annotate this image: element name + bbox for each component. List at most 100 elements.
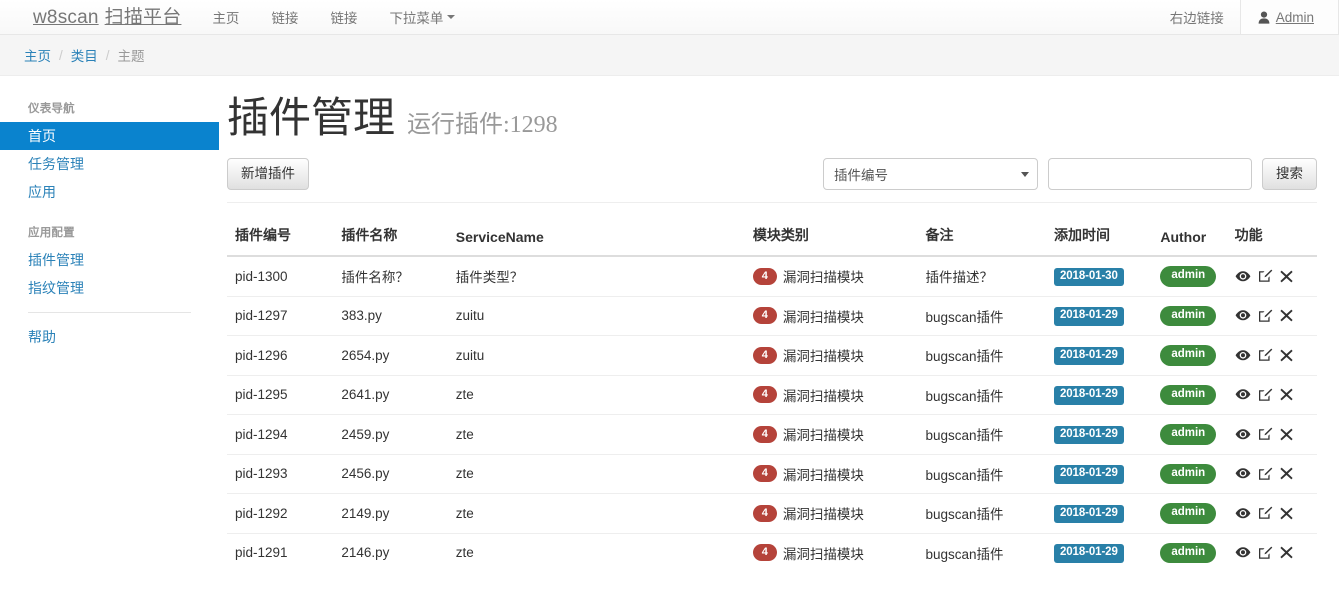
breadcrumb-separator: / (105, 47, 110, 63)
add-plugin-button[interactable]: 新增插件 (227, 158, 309, 191)
search-field-select[interactable]: 插件编号 (823, 158, 1038, 191)
cell-remark: bugscan插件 (917, 453, 1046, 494)
sidebar-heading-app-config: 应用配置 (28, 227, 75, 239)
eye-icon[interactable] (1235, 388, 1251, 401)
table-row[interactable]: pid-1294 2459.py zte 4 漏洞扫描模块 bugscan插件 2… (227, 414, 1317, 455)
brand-logo[interactable]: w8scan 扫描平台 (33, 0, 196, 34)
table-row[interactable]: pid-1291 2146.py zte 4 漏洞扫描模块 bugscan插件 2… (227, 532, 1317, 573)
delete-icon[interactable] (1279, 546, 1293, 559)
sidebar: 仪表导航 首页 任务管理 应用 应用配置 插件管理 指纹管理 帮助 (0, 76, 219, 351)
cell-pid: pid-1295 (227, 374, 334, 415)
delete-icon[interactable] (1279, 270, 1293, 283)
brand-name: w8scan (33, 6, 99, 28)
chevron-down-icon (447, 15, 456, 19)
row-actions (1235, 546, 1309, 560)
eye-icon[interactable] (1235, 428, 1251, 441)
table-row[interactable]: pid-1300 插件名称？ 插件类型？ 4 漏洞扫描模块 插件描述？ 2018-… (227, 256, 1317, 296)
row-actions (1235, 388, 1309, 402)
delete-icon[interactable] (1279, 507, 1293, 520)
cell-time: 2018-01-29 (1045, 295, 1153, 336)
edit-icon[interactable] (1258, 309, 1273, 323)
page-title: 插件管理 (227, 96, 396, 142)
column-header-pid: 插件编号 (227, 217, 334, 258)
delete-icon[interactable] (1279, 388, 1293, 401)
breadcrumb-item-home[interactable]: 主页 (24, 45, 51, 65)
edit-icon[interactable] (1258, 506, 1273, 520)
sidebar-item-plugin-management[interactable]: 插件管理 (0, 246, 219, 274)
cell-author: admin (1152, 493, 1227, 534)
cell-name: 2146.py (333, 532, 448, 573)
cell-author: admin (1152, 256, 1226, 296)
breadcrumb-item-category[interactable]: 类目 (71, 45, 98, 65)
table-row[interactable]: pid-1292 2149.py zte 4 漏洞扫描模块 bugscan插件 2… (227, 493, 1317, 534)
row-actions (1235, 467, 1309, 481)
delete-icon[interactable] (1279, 309, 1293, 322)
module-label: 漏洞扫描模块 (782, 507, 864, 523)
edit-icon[interactable] (1258, 546, 1273, 560)
nav-item-home[interactable]: 主页 (196, 0, 255, 34)
eye-icon[interactable] (1235, 467, 1251, 480)
delete-icon[interactable] (1279, 467, 1293, 480)
eye-icon[interactable] (1235, 507, 1251, 520)
module-count-badge: 4 (752, 465, 777, 483)
cell-remark: bugscan插件 (917, 295, 1046, 336)
eye-icon[interactable] (1235, 309, 1251, 322)
edit-icon[interactable] (1258, 427, 1273, 441)
cell-service-name: zuitu (447, 335, 745, 376)
cell-service-name: zte (447, 532, 745, 573)
cell-name: 383.py (333, 295, 448, 336)
module-label: 漏洞扫描模块 (782, 349, 864, 365)
cell-time: 2018-01-29 (1045, 335, 1153, 376)
nav-item-home-label: 主页 (212, 11, 240, 26)
column-header-service-name: ServiceName (447, 217, 745, 258)
cell-remark: bugscan插件 (917, 532, 1046, 573)
author-badge: admin (1160, 424, 1217, 445)
user-menu[interactable]: Admin (1239, 0, 1339, 34)
sidebar-item-fingerprint-management[interactable]: 指纹管理 (0, 274, 219, 302)
column-header-name: 插件名称 (333, 217, 448, 258)
nav-item-right-link[interactable]: 右边链接 (1154, 0, 1240, 34)
table-row[interactable]: pid-1297 383.py zuitu 4 漏洞扫描模块 bugscan插件 … (227, 295, 1317, 336)
eye-icon[interactable] (1235, 349, 1251, 362)
cell-pid: pid-1297 (227, 295, 334, 336)
author-badge: admin (1160, 305, 1217, 327)
cell-remark: 插件描述？ (925, 270, 993, 286)
sidebar-item-home[interactable]: 首页 (0, 122, 219, 150)
cell-module: 4 漏洞扫描模块 (744, 335, 918, 376)
cell-pid: pid-1292 (227, 493, 334, 534)
sidebar-item-help[interactable]: 帮助 (0, 323, 219, 351)
cell-actions (1226, 374, 1317, 415)
cell-actions (1226, 335, 1317, 376)
table-row[interactable]: pid-1295 2641.py zte 4 漏洞扫描模块 bugscan插件 2… (227, 374, 1317, 415)
sidebar-item-application[interactable]: 应用 (0, 178, 219, 206)
sidebar-item-task-management[interactable]: 任务管理 (0, 150, 219, 178)
search-button[interactable]: 搜索 (1262, 158, 1317, 191)
nav-item-dropdown[interactable]: 下拉菜单 (373, 0, 471, 34)
row-actions (1235, 309, 1309, 323)
table-row[interactable]: pid-1293 2456.py zte 4 漏洞扫描模块 bugscan插件 2… (227, 453, 1317, 494)
nav-item-link-2[interactable]: 链接 (314, 0, 373, 34)
edit-icon[interactable] (1258, 467, 1273, 481)
edit-icon[interactable] (1258, 348, 1273, 362)
column-header-author: Author (1152, 217, 1227, 258)
cell-actions (1227, 256, 1317, 296)
delete-icon[interactable] (1279, 428, 1293, 441)
column-header-remark: 备注 (917, 217, 1046, 258)
edit-icon[interactable] (1258, 388, 1273, 402)
table-row[interactable]: pid-1296 2654.py zuitu 4 漏洞扫描模块 bugscan插件… (227, 335, 1317, 376)
module-count-badge: 4 (752, 544, 777, 562)
search-field-select-value[interactable]: 插件编号 (823, 158, 1038, 191)
module-count-badge: 4 (752, 346, 777, 364)
edit-icon[interactable] (1258, 269, 1273, 283)
cell-name: 2654.py (333, 335, 448, 376)
delete-icon[interactable] (1279, 349, 1293, 362)
eye-icon[interactable] (1235, 546, 1251, 559)
eye-icon[interactable] (1235, 270, 1251, 283)
search-input[interactable] (1048, 158, 1252, 191)
nav-item-link-1[interactable]: 链接 (255, 0, 314, 34)
page-body: 仪表导航 首页 任务管理 应用 应用配置 插件管理 指纹管理 帮助 插件管理 运… (0, 76, 1339, 573)
module-label: 漏洞扫描模块 (782, 428, 864, 444)
sidebar-divider (28, 312, 191, 313)
toolbar: 新增插件 插件编号 搜索 (227, 158, 1317, 204)
cell-service-name: zuitu (447, 295, 745, 336)
